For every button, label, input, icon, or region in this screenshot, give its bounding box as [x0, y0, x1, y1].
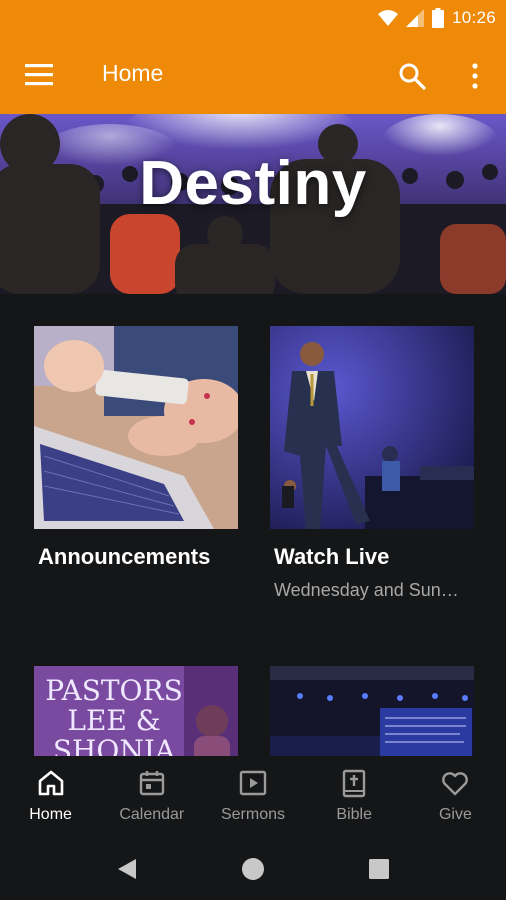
tile-subtitle: Wednesday and Sun…	[274, 580, 459, 600]
signal-icon	[405, 9, 424, 27]
nav-item-calendar[interactable]: Calendar	[101, 756, 202, 838]
tile-title: Watch Live	[274, 544, 390, 569]
wifi-icon	[377, 10, 398, 26]
nav-label: Home	[29, 806, 72, 823]
sanctuary-image	[270, 666, 474, 756]
tile-pastors[interactable]: PASTORS LEE & SHONIA	[34, 666, 238, 756]
laptop-phone-image	[34, 326, 238, 529]
battery-icon	[431, 8, 444, 28]
pastors-image-text: PASTORS LEE & SHONIA	[45, 674, 183, 757]
tile-sanctuary[interactable]	[270, 666, 474, 756]
nav-item-home[interactable]: Home	[0, 756, 101, 838]
nav-label: Sermons	[220, 806, 286, 823]
back-icon[interactable]	[112, 854, 142, 884]
nav-item-sermons[interactable]: Sermons	[202, 756, 303, 838]
status-bar: 10:26	[0, 0, 506, 36]
calendar-icon	[139, 771, 164, 796]
tile-announcements[interactable]: Announcements	[34, 326, 238, 606]
nav-label: Give	[438, 806, 472, 823]
search-button[interactable]	[392, 56, 432, 96]
system-navigation-bar	[0, 838, 506, 900]
bottom-navigation: Home Calendar Sermons Bible Give	[0, 756, 506, 838]
bible-icon	[343, 769, 366, 798]
nav-label: Bible	[336, 806, 372, 823]
menu-icon	[25, 64, 53, 86]
more-vert-icon	[472, 63, 478, 89]
sanctuary-stage-image	[270, 666, 474, 756]
nav-label: Calendar	[119, 806, 185, 823]
pastors-image: PASTORS LEE & SHONIA	[34, 666, 238, 756]
menu-button[interactable]	[18, 55, 62, 95]
status-time: 10:26	[451, 8, 496, 27]
tile-title: Announcements	[38, 544, 211, 569]
page-title: Home	[102, 60, 164, 86]
recents-icon[interactable]	[364, 854, 394, 884]
status-icons: 10:26	[377, 6, 496, 30]
nav-item-give[interactable]: Give	[405, 756, 506, 838]
home-circle-icon[interactable]	[238, 854, 268, 884]
sermons-icon	[239, 770, 267, 796]
announcements-image	[34, 326, 238, 529]
home-icon	[38, 770, 63, 796]
search-icon	[399, 63, 426, 90]
app-bar: Home	[0, 36, 506, 114]
watch-live-image	[270, 326, 474, 529]
nav-item-bible[interactable]: Bible	[304, 756, 405, 838]
tile-watch-live[interactable]: Watch Live Wednesday and Sun…	[270, 326, 474, 606]
preacher-stage-image	[270, 326, 474, 529]
more-options-button[interactable]	[458, 56, 492, 96]
content-grid: Announcements Watch Live Wednesday and S…	[0, 294, 506, 756]
hero-banner[interactable]: Destiny	[0, 114, 506, 294]
hero-title: Destiny	[139, 149, 367, 218]
heart-icon	[442, 772, 469, 796]
